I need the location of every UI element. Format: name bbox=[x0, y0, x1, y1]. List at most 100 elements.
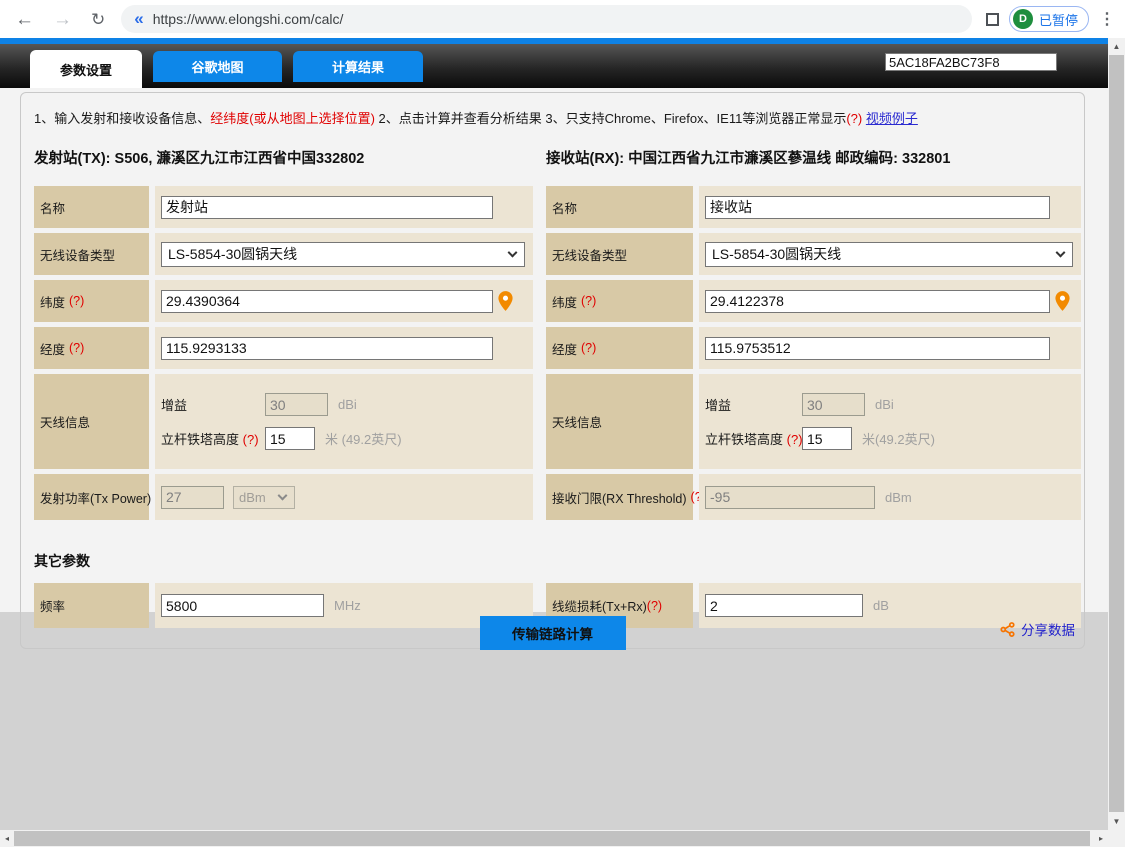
rx-height-input[interactable] bbox=[802, 427, 852, 450]
cable-loss-label-text: 线缆损耗(Tx+Rx) bbox=[552, 596, 647, 615]
rx-device-select[interactable]: LS-5854-30圆锅天线 bbox=[705, 242, 1073, 267]
instruction-text-1: 1、输入发射和接收设备信息、 bbox=[34, 111, 210, 126]
scroll-right-icon[interactable]: ▸ bbox=[1094, 830, 1108, 847]
tx-gain-subrow: 增益 dBi bbox=[161, 393, 527, 416]
rx-antenna-row: 天线信息 增益 dBi 立杆铁塔高度 (?) 米(49.2英尺) bbox=[546, 374, 1081, 469]
tx-longitude-input[interactable] bbox=[161, 337, 493, 360]
site-favicon-icon: « bbox=[134, 9, 143, 29]
tx-name-label: 名称 bbox=[34, 186, 149, 228]
browser-menu-icon[interactable]: ⋮ bbox=[1099, 9, 1115, 29]
tx-height-input[interactable] bbox=[265, 427, 315, 450]
frequency-unit: MHz bbox=[334, 598, 361, 613]
rx-latitude-label: 纬度 (?) bbox=[546, 280, 693, 322]
tx-longitude-row: 经度(?) bbox=[34, 327, 533, 369]
rx-threshold-label-text: 接收门限(RX Threshold) bbox=[552, 488, 687, 507]
tab-preview-icon[interactable] bbox=[986, 13, 999, 26]
scrollbar-corner bbox=[1108, 830, 1125, 847]
instructions: 1、输入发射和接收设备信息、经纬度(或从地图上选择位置) 2、点击计算并查看分析… bbox=[21, 93, 1084, 127]
rx-antenna-cell: 增益 dBi 立杆铁塔高度 (?) 米(49.2英尺) bbox=[699, 374, 1081, 469]
rx-gain-label: 增益 bbox=[705, 395, 802, 414]
tx-height-help[interactable]: (?) bbox=[243, 432, 259, 447]
frequency-row: 频率 MHz bbox=[34, 583, 533, 628]
share-data-link[interactable]: 分享数据 bbox=[999, 619, 1075, 639]
frequency-cell: MHz bbox=[155, 583, 533, 628]
back-icon[interactable]: ← bbox=[15, 10, 34, 29]
tab-calc-result[interactable]: 计算结果 bbox=[293, 51, 423, 82]
display-help-mark[interactable]: (?) bbox=[846, 111, 862, 126]
tx-latitude-input[interactable] bbox=[161, 290, 493, 313]
station-columns: 发射站(TX): S506, 濂溪区九江市江西省中国332802 名称 无线设备… bbox=[21, 127, 1084, 525]
rx-height-unit: 米(49.2英尺) bbox=[862, 429, 935, 448]
scroll-down-icon[interactable]: ▼ bbox=[1108, 813, 1125, 830]
address-bar[interactable]: « https://www.elongshi.com/calc/ bbox=[121, 5, 972, 33]
rx-height-help[interactable]: (?) bbox=[787, 432, 803, 447]
browser-window: ← → ↻ « https://www.elongshi.com/calc/ D… bbox=[0, 0, 1125, 847]
rx-threshold-label: 接收门限(RX Threshold)(?) bbox=[546, 474, 693, 520]
rx-longitude-label: 经度 (?) bbox=[546, 327, 693, 369]
share-label[interactable]: 分享数据 bbox=[1021, 619, 1075, 639]
rx-longitude-help[interactable]: (?) bbox=[581, 341, 596, 355]
tx-antenna-cell: 增益 dBi 立杆铁塔高度 (?) 米 (49.2英尺) bbox=[155, 374, 533, 469]
vertical-scrollbar-thumb[interactable] bbox=[1109, 55, 1124, 812]
site-header: 参数设置 谷歌地图 计算结果 bbox=[0, 44, 1108, 88]
profile-chip[interactable]: D 已暂停 bbox=[1009, 6, 1089, 32]
forward-icon[interactable]: → bbox=[53, 10, 72, 29]
tx-latitude-label-text: 纬度 bbox=[40, 292, 65, 311]
rx-latitude-input[interactable] bbox=[705, 290, 1050, 313]
tx-latitude-help[interactable]: (?) bbox=[69, 294, 84, 308]
rx-latitude-row: 纬度 (?) bbox=[546, 280, 1081, 322]
calculate-link-button[interactable]: 传输链路计算 bbox=[480, 616, 626, 650]
horizontal-scrollbar[interactable]: ◂ ▸ bbox=[0, 830, 1108, 847]
rx-gain-subrow: 增益 dBi bbox=[705, 393, 1075, 416]
reload-icon[interactable]: ↻ bbox=[91, 11, 105, 28]
rx-header: 接收站(RX): 中国江西省九江市濂溪区蔘温线 邮政编码: 332801 bbox=[546, 147, 1081, 168]
tx-gain-label: 增益 bbox=[161, 395, 265, 414]
tx-power-unit-wrap: dBm bbox=[233, 486, 295, 509]
horizontal-scrollbar-thumb[interactable] bbox=[14, 831, 1090, 846]
tx-power-unit-select: dBm bbox=[233, 486, 295, 509]
rx-device-row: 无线设备类型 LS-5854-30圆锅天线 bbox=[546, 233, 1081, 275]
video-example-link[interactable]: 视频例子 bbox=[866, 111, 918, 126]
scroll-left-icon[interactable]: ◂ bbox=[0, 830, 14, 847]
rx-gain-unit: dBi bbox=[875, 397, 894, 412]
tx-power-label: 发射功率(Tx Power) bbox=[34, 474, 149, 520]
tx-header: 发射站(TX): S506, 濂溪区九江市江西省中国332802 bbox=[34, 147, 533, 168]
rx-longitude-label-text: 经度 bbox=[552, 339, 577, 358]
rx-name-row: 名称 bbox=[546, 186, 1081, 228]
cable-loss-unit: dB bbox=[873, 598, 889, 613]
avatar: D bbox=[1013, 9, 1033, 29]
tab-google-map[interactable]: 谷歌地图 bbox=[153, 51, 282, 82]
frequency-input[interactable] bbox=[161, 594, 324, 617]
tx-height-subrow: 立杆铁塔高度 (?) 米 (49.2英尺) bbox=[161, 427, 527, 450]
frequency-column: 频率 MHz bbox=[34, 583, 533, 628]
tx-antenna-row: 天线信息 增益 dBi 立杆铁塔高度 (?) 米 (49.2英尺) bbox=[34, 374, 533, 469]
session-code-input[interactable] bbox=[885, 53, 1057, 71]
rx-latitude-help[interactable]: (?) bbox=[581, 294, 596, 308]
settings-panel: 1、输入发射和接收设备信息、经纬度(或从地图上选择位置) 2、点击计算并查看分析… bbox=[20, 92, 1085, 649]
tx-latitude-row: 纬度 (?) bbox=[34, 280, 533, 322]
tx-device-select-wrap: LS-5854-30圆锅天线 bbox=[161, 242, 525, 267]
rx-column: 接收站(RX): 中国江西省九江市濂溪区蔘温线 邮政编码: 332801 名称 … bbox=[546, 127, 1081, 525]
tx-power-cell: dBm bbox=[155, 474, 533, 520]
location-pin-icon[interactable] bbox=[1054, 290, 1071, 312]
rx-longitude-input[interactable] bbox=[705, 337, 1050, 360]
tx-height-label: 立杆铁塔高度 (?) bbox=[161, 429, 265, 448]
cable-loss-input[interactable] bbox=[705, 594, 863, 617]
url-text[interactable]: https://www.elongshi.com/calc/ bbox=[153, 11, 344, 27]
location-pin-icon[interactable] bbox=[497, 290, 514, 312]
tx-longitude-help[interactable]: (?) bbox=[69, 341, 84, 355]
rx-height-label-text: 立杆铁塔高度 bbox=[705, 432, 783, 447]
rx-name-input[interactable] bbox=[705, 196, 1050, 219]
rx-latitude-label-text: 纬度 bbox=[552, 292, 577, 311]
scroll-up-icon[interactable]: ▲ bbox=[1108, 38, 1125, 55]
cable-loss-help[interactable]: (?) bbox=[647, 599, 662, 613]
tx-power-row: 发射功率(Tx Power) dBm bbox=[34, 474, 533, 520]
vertical-scrollbar[interactable]: ▲ ▼ bbox=[1108, 38, 1125, 830]
frequency-label: 频率 bbox=[34, 583, 149, 628]
tx-height-unit: 米 (49.2英尺) bbox=[325, 429, 402, 448]
tx-name-input[interactable] bbox=[161, 196, 493, 219]
tab-parameter-settings[interactable]: 参数设置 bbox=[30, 50, 142, 88]
tx-latitude-label: 纬度 (?) bbox=[34, 280, 149, 322]
rx-threshold-unit: dBm bbox=[885, 490, 912, 505]
tx-device-select[interactable]: LS-5854-30圆锅天线 bbox=[161, 242, 525, 267]
